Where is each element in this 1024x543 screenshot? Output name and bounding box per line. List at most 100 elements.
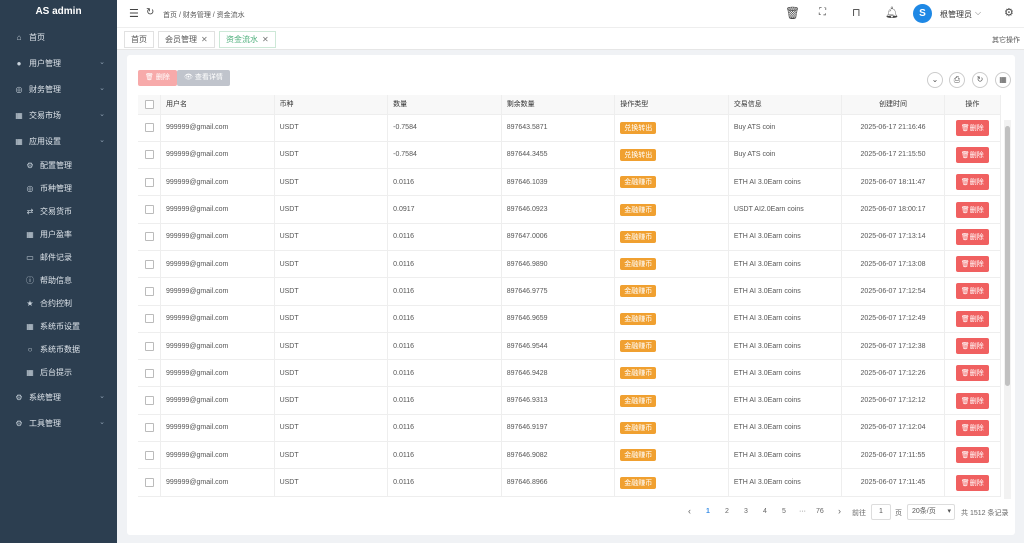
tab-1[interactable]: 会员管理 ✕ [158,31,215,48]
row-delete-button[interactable]: 🗑︎删除 [955,174,989,191]
refresh-button[interactable]: ↻ [972,72,988,88]
columns-button[interactable]: ▦ [995,72,1011,88]
row-delete-button[interactable]: 🗑︎删除 [955,283,989,300]
close-icon[interactable]: ✕ [262,35,269,44]
sidebar-item-subitems-8[interactable]: ○ 系统币数据 [0,338,117,361]
sidebar-item-items-4[interactable]: ▦ 应用设置 ⌄ [0,128,117,154]
page-number[interactable]: 2 [725,508,729,515]
page-ellipsis[interactable]: ··· [799,508,806,515]
sidebar-item-items-1[interactable]: ● 用户管理 ⌄ [0,50,117,76]
sidebar-item-items-2[interactable]: ◎ 财务管理 ⌄ [0,76,117,102]
row-delete-button[interactable]: 🗑︎删除 [955,365,989,382]
row-checkbox[interactable] [138,305,161,333]
row-checkbox[interactable] [138,250,161,279]
table-row[interactable]: 999999@gmail.com USDT 0.0116 897646.1039 金融赚… [138,168,1002,197]
table-row[interactable]: 999999@gmail.com USDT 0.0116 897646.9313 金融赚… [138,386,1002,415]
sidebar-item-items-3[interactable]: ▦ 交易市场 ⌄ [0,102,117,128]
next-page-icon[interactable]: › [838,506,841,516]
table-row[interactable]: 999999@gmail.com USDT 0.0116 897646.9428 金融赚… [138,359,1002,388]
table-row[interactable]: 999999@gmail.com USDT 0.0116 897646.9082 金融赚… [138,441,1002,470]
fullscreen-icon[interactable]: ⛶ [819,7,826,18]
close-icon[interactable]: ✕ [201,35,208,44]
page-number[interactable]: 4 [763,508,767,515]
row-checkbox[interactable] [138,195,161,224]
row-delete-button[interactable]: 🗑︎删除 [955,447,989,464]
page-number[interactable]: 3 [744,508,748,515]
sidebar-item-bottom_items-1[interactable]: ⚙ 工具管理 ⌄ [0,410,117,436]
row-delete-button[interactable]: 🗑︎删除 [955,119,989,136]
row-checkbox[interactable] [138,386,161,415]
row-delete-button[interactable]: 🗑︎删除 [955,146,989,163]
trash-icon[interactable]: 🗑 [785,6,800,20]
delete-selected-button[interactable]: 🗑︎ 删除 [138,70,177,86]
table-row[interactable]: 999999@gmail.com USDT 0.0116 897646.9197 金融赚… [138,414,1002,443]
row-checkbox[interactable] [138,141,161,170]
other-operations-dropdown[interactable]: 其它操作 [992,35,1020,45]
table-row[interactable]: 999999@gmail.com USDT 0.0116 897646.9659 金融赚… [138,305,1002,333]
row-delete-button[interactable]: 🗑︎删除 [955,256,989,273]
sidebar-item-items-0[interactable]: ⌂ 首页 [0,24,117,50]
page-number[interactable]: 1 [706,508,710,515]
sidebar: AS admin ⌂ 首页 ● 用户管理 ⌄ ◎ 财务管理 ⌄ ▦ 交易市场 ⌄ ▦ 应用设置 ⌄ ⚙ 配置… [0,0,117,543]
print-button[interactable]: ⎙ [949,72,965,88]
sidebar-item-subitems-4[interactable]: ▭ 邮件记录 [0,246,117,269]
table-row[interactable]: 999999@gmail.com USDT 0.0116 897646.9775 金融赚… [138,277,1002,306]
sidebar-item-subitems-7[interactable]: ▦ 系统币设置 [0,315,117,338]
row-checkbox[interactable] [138,468,161,497]
collapse-search-button[interactable]: ⌄ [927,72,943,88]
chevron-down-icon[interactable]: ⌵ [975,8,981,18]
tab-0[interactable]: 首页 [124,31,154,48]
table-row[interactable]: 999999@gmail.com USDT 0.0116 897646.9544 金融赚… [138,332,1002,361]
sidebar-item-subitems-9[interactable]: ▦ 后台提示 [0,361,117,384]
row-delete-button[interactable]: 🗑︎删除 [955,419,989,436]
settings-icon[interactable]: ⚙ [1004,6,1014,19]
row-delete-button[interactable]: 🗑︎删除 [955,392,989,409]
row-checkbox[interactable] [138,277,161,306]
sidebar-item-subitems-6[interactable]: ★ 合约控制 [0,292,117,315]
row-checkbox[interactable] [138,114,161,142]
row-delete-button[interactable]: 🗑︎删除 [955,201,989,218]
tab-2[interactable]: 资金流水 ✕ [219,31,276,48]
select-all-checkbox[interactable] [138,95,161,115]
presentation-icon[interactable]: ⊓ [852,6,861,19]
sidebar-item-subitems-5[interactable]: ⓘ 帮助信息 [0,269,117,292]
row-checkbox[interactable] [138,223,161,251]
user-name[interactable]: 根管理员 [940,9,972,20]
table-row[interactable]: 999999@gmail.com USDT 0.0917 897646.0923 金融赚… [138,195,1002,224]
row-checkbox[interactable] [138,414,161,443]
cell-coin: USDT [274,250,389,279]
view-details-button[interactable]: 👁︎ 查看详情 [177,70,230,86]
page-number[interactable]: 76 [816,508,824,515]
cell-actions: 🗑︎删除 [944,195,1002,224]
table-row[interactable]: 999999@gmail.com USDT 0.0116 897646.8966 金融赚… [138,468,1002,497]
bell-icon[interactable]: 🔔︎ [885,6,899,19]
row-checkbox[interactable] [138,332,161,361]
refresh-icon[interactable]: ↻ [146,7,154,18]
row-delete-button[interactable]: 🗑︎删除 [955,310,989,327]
table-row[interactable]: 999999@gmail.com USDT 0.0116 897647.0006 金融赚… [138,223,1002,251]
row-delete-button[interactable]: 🗑︎删除 [955,474,989,491]
avatar[interactable]: S [913,4,932,23]
operation-type-badge: 金融赚币 [620,312,657,325]
table-row[interactable]: 999999@gmail.com USDT 0.0116 897646.9890 金融赚… [138,250,1002,279]
scrollbar-thumb[interactable] [1005,126,1010,386]
prev-page-icon[interactable]: ‹ [688,506,691,516]
row-checkbox[interactable] [138,168,161,197]
table-row[interactable]: 999999@gmail.com USDT -0.7584 897643.5871 兑换… [138,114,1002,142]
sidebar-item-subitems-1[interactable]: ◎ 币种管理 [0,177,117,200]
page-size-select[interactable]: 20条/页 ▾ [907,504,955,520]
chevron-down-icon: ⌄ [99,59,105,66]
goto-page-input[interactable]: 1 [871,504,891,520]
row-delete-button[interactable]: 🗑︎删除 [955,228,989,245]
row-checkbox[interactable] [138,359,161,388]
sidebar-item-subitems-2[interactable]: ⇄ 交易货币 [0,200,117,223]
row-checkbox[interactable] [138,441,161,470]
menu-toggle-icon[interactable]: ☰ [129,7,139,20]
page-number[interactable]: 5 [782,508,786,515]
sidebar-item-bottom_items-0[interactable]: ⚙ 系统管理 ⌄ [0,384,117,410]
sidebar-item-subitems-0[interactable]: ⚙ 配置管理 [0,154,117,177]
sidebar-item-subitems-3[interactable]: ▦ 用户盈率 [0,223,117,246]
table-row[interactable]: 999999@gmail.com USDT -0.7584 897644.3455 兑换… [138,141,1002,170]
table-scrollbar[interactable] [1004,120,1011,499]
row-delete-button[interactable]: 🗑︎删除 [955,338,989,355]
